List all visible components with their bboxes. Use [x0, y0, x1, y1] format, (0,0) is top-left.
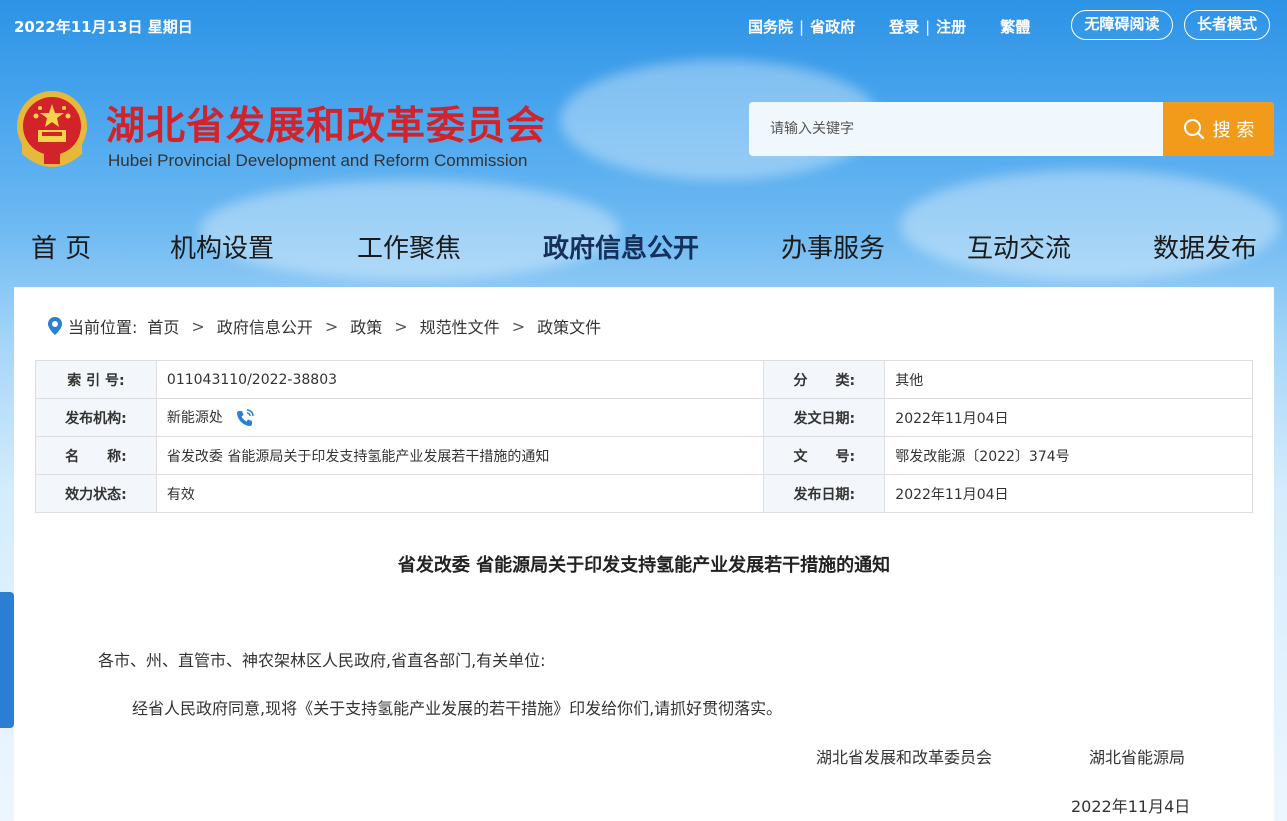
content-panel: 当前位置: 首页 > 政府信息公开 > 政策 > 规范性文件 > 政策文件 索 … — [14, 287, 1274, 821]
link-state-council[interactable]: 国务院 — [748, 16, 793, 37]
index-value: 011043110/2022-38803 — [155, 360, 765, 399]
traditional-chinese-link[interactable]: 繁體 — [1000, 16, 1030, 37]
breadcrumb: 当前位置: 首页 > 政府信息公开 > 政策 > 规范性文件 > 政策文件 — [48, 314, 601, 338]
document-date: 2022年11月4日 — [1071, 797, 1191, 816]
top-links: 国务院 | 省政府 登录 | 注册 繁體 — [748, 16, 1030, 37]
category-label: 分 类: — [763, 360, 886, 399]
nav-gov-info-disclosure[interactable]: 政府信息公开 — [543, 228, 699, 265]
breadcrumb-item[interactable]: 首页 — [147, 314, 179, 338]
breadcrumb-separator: > — [511, 316, 526, 336]
nav-organization[interactable]: 机构设置 — [170, 228, 274, 265]
breadcrumb-item[interactable]: 政府信息公开 — [217, 314, 313, 338]
site-title-english: Hubei Provincial Development and Reform … — [108, 151, 528, 170]
table-row: 名 称: 省发改委 省能源局关于印发支持氢能产业发展若干措施的通知 文 号: 鄂… — [35, 436, 1253, 475]
site-title: 湖北省发展和改革委员会 — [106, 104, 547, 149]
breadcrumb-separator: > — [324, 316, 339, 336]
breadcrumb-separator: > — [394, 316, 408, 336]
breadcrumb-item[interactable]: 规范性文件 — [420, 314, 500, 338]
breadcrumb-item[interactable]: 政策 — [350, 314, 382, 338]
top-bar: 2022年11月13日 星期日 国务院 | 省政府 登录 | 注册 繁體 无障碍… — [0, 0, 1287, 52]
publish-date-value: 2022年11月04日 — [884, 474, 1253, 513]
doc-number-value: 鄂发改能源〔2022〕374号 — [884, 436, 1253, 475]
elder-mode-button[interactable]: 长者模式 — [1184, 10, 1270, 40]
separator: | — [925, 17, 931, 36]
breadcrumb-label: 当前位置: — [68, 318, 138, 337]
breadcrumb-item[interactable]: 政策文件 — [537, 314, 601, 338]
search-button[interactable]: 搜 索 — [1163, 102, 1274, 156]
name-label: 名 称: — [35, 436, 157, 475]
search-input[interactable] — [749, 102, 1163, 156]
issue-date-label: 发文日期: — [763, 398, 886, 437]
issuer-value: 新能源处 — [166, 410, 223, 426]
table-row: 索 引 号: 011043110/2022-38803 分 类: 其他 — [35, 360, 1253, 399]
publish-date-label: 发布日期: — [763, 474, 886, 513]
status-value: 有效 — [155, 474, 765, 513]
nav-data-release[interactable]: 数据发布 — [1153, 228, 1257, 265]
issuer-label: 发布机构: — [35, 398, 157, 437]
side-float-tab[interactable] — [0, 592, 14, 728]
status-label: 效力状态: — [35, 474, 157, 513]
table-row: 效力状态: 有效 发布日期: 2022年11月04日 — [35, 474, 1253, 513]
signatory-energy-bureau: 湖北省能源局 — [1089, 748, 1186, 767]
search-icon — [1183, 119, 1204, 140]
nav-services[interactable]: 办事服务 — [781, 228, 885, 265]
doc-number-label: 文 号: — [763, 436, 886, 475]
document-body: 经省人民政府同意,现将《关于支持氢能产业发展的若干措施》印发给你们,请抓好贯彻落… — [132, 699, 783, 718]
main-nav: 首 页 机构设置 工作聚焦 政府信息公开 办事服务 互动交流 数据发布 — [0, 228, 1287, 268]
accessible-reading-button[interactable]: 无障碍阅读 — [1071, 10, 1173, 40]
location-pin-icon — [48, 317, 62, 335]
nav-work-focus[interactable]: 工作聚焦 — [357, 228, 461, 265]
search-button-label: 搜 索 — [1212, 120, 1255, 141]
phone-icon[interactable] — [235, 408, 255, 428]
document-title: 省发改委 省能源局关于印发支持氢能产业发展若干措施的通知 — [397, 555, 891, 576]
search-box: 搜 索 — [749, 102, 1274, 156]
nav-home[interactable]: 首 页 — [31, 228, 91, 265]
issuer-cell: 新能源处 — [155, 398, 765, 437]
issue-date-value: 2022年11月04日 — [884, 398, 1253, 437]
signatory-ndrc: 湖北省发展和改革委员会 — [816, 748, 993, 767]
nav-interaction[interactable]: 互动交流 — [967, 228, 1071, 265]
document-salutation: 各市、州、直管市、神农架林区人民政府,省直各部门,有关单位: — [98, 651, 546, 670]
register-link[interactable]: 注册 — [936, 16, 966, 37]
name-value: 省发改委 省能源局关于印发支持氢能产业发展若干措施的通知 — [155, 436, 765, 475]
current-date: 2022年11月13日 星期日 — [14, 18, 193, 36]
index-label: 索 引 号: — [35, 360, 157, 399]
breadcrumb-separator: > — [191, 316, 205, 336]
link-provincial-gov[interactable]: 省政府 — [810, 16, 855, 37]
login-link[interactable]: 登录 — [889, 16, 919, 37]
document-metadata-table: 索 引 号: 011043110/2022-38803 分 类: 其他 发布机构… — [35, 360, 1253, 513]
category-value: 其他 — [884, 360, 1253, 399]
table-row: 发布机构: 新能源处 发文日期: 2022年11月04日 — [35, 398, 1253, 437]
national-emblem-icon — [17, 91, 87, 167]
separator: | — [799, 17, 805, 36]
